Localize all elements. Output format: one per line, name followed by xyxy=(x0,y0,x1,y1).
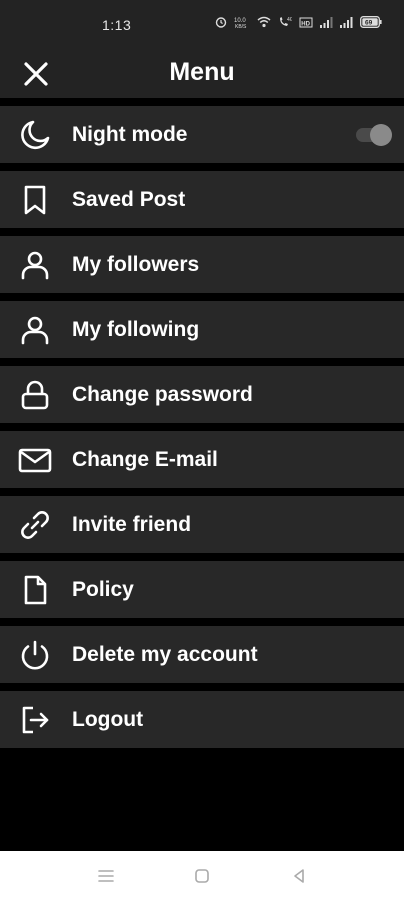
status-time: 1:13 xyxy=(102,17,132,33)
alarm-icon xyxy=(215,17,227,28)
menu-item-label: Change E-mail xyxy=(72,448,218,471)
menu-item-label: Saved Post xyxy=(72,188,186,211)
menu-item-label: Invite friend xyxy=(72,513,192,536)
menu-item-my-followers[interactable]: My followers xyxy=(0,236,404,293)
wifi-icon xyxy=(257,16,271,28)
back-button[interactable] xyxy=(288,865,310,887)
menu-item-label: Change password xyxy=(72,383,253,406)
signal-2-icon xyxy=(340,17,353,28)
bookmark-icon xyxy=(18,183,52,217)
battery-level: 69 xyxy=(365,20,373,27)
menu-item-logout[interactable]: Logout xyxy=(0,691,404,748)
mail-icon xyxy=(18,443,52,477)
document-icon xyxy=(18,573,52,607)
power-icon xyxy=(18,638,52,672)
menu-item-label: Delete my account xyxy=(72,643,258,666)
night-mode-toggle[interactable] xyxy=(354,123,392,147)
menu-item-label: Night mode xyxy=(72,123,188,146)
menu-item-label: My following xyxy=(72,318,200,341)
menu-list: Night mode Saved Post My followers My fo… xyxy=(0,106,404,756)
menu-item-label: Logout xyxy=(72,708,144,731)
moon-icon xyxy=(18,118,52,152)
hd-icon: HD xyxy=(299,17,313,28)
page-title: Menu xyxy=(169,58,235,86)
menu-item-label: Policy xyxy=(72,578,134,601)
home-icon xyxy=(195,869,209,883)
back-icon xyxy=(294,869,304,883)
link-icon xyxy=(18,508,52,542)
user-icon xyxy=(18,313,52,347)
logout-icon xyxy=(18,703,52,737)
menu-item-change-email[interactable]: Change E-mail xyxy=(0,431,404,488)
menu-icon xyxy=(98,870,114,882)
toggle-thumb xyxy=(370,124,392,146)
volte-icon: 4G xyxy=(280,17,292,26)
menu-item-invite-friend[interactable]: Invite friend xyxy=(0,496,404,553)
user-icon xyxy=(18,248,52,282)
recent-apps-button[interactable] xyxy=(95,865,117,887)
svg-text:HD: HD xyxy=(301,21,310,27)
status-bar: 1:13 10.0 KB/S 4G HD 69 xyxy=(0,0,404,50)
status-icons: 10.0 KB/S 4G HD 69 xyxy=(215,16,382,28)
menu-item-label: My followers xyxy=(72,253,200,276)
header: Menu xyxy=(0,50,404,98)
data-speed-icon: 10.0KB/S xyxy=(234,18,247,28)
menu-item-night-mode[interactable]: Night mode xyxy=(0,106,404,163)
menu-item-my-following[interactable]: My following xyxy=(0,301,404,358)
screen: 1:13 10.0KB/S 4G HD 69 Menu Night mode xyxy=(0,0,404,900)
home-button[interactable] xyxy=(191,865,213,887)
svg-text:4G: 4G xyxy=(287,17,292,23)
system-nav-bar xyxy=(0,851,404,900)
battery-icon: 69 xyxy=(360,16,382,28)
menu-item-saved-post[interactable]: Saved Post xyxy=(0,171,404,228)
signal-icon xyxy=(320,17,333,28)
menu-item-change-password[interactable]: Change password xyxy=(0,366,404,423)
svg-text:KB/S: KB/S xyxy=(235,24,247,28)
lock-icon xyxy=(18,378,52,412)
menu-item-delete-account[interactable]: Delete my account xyxy=(0,626,404,683)
menu-item-policy[interactable]: Policy xyxy=(0,561,404,618)
